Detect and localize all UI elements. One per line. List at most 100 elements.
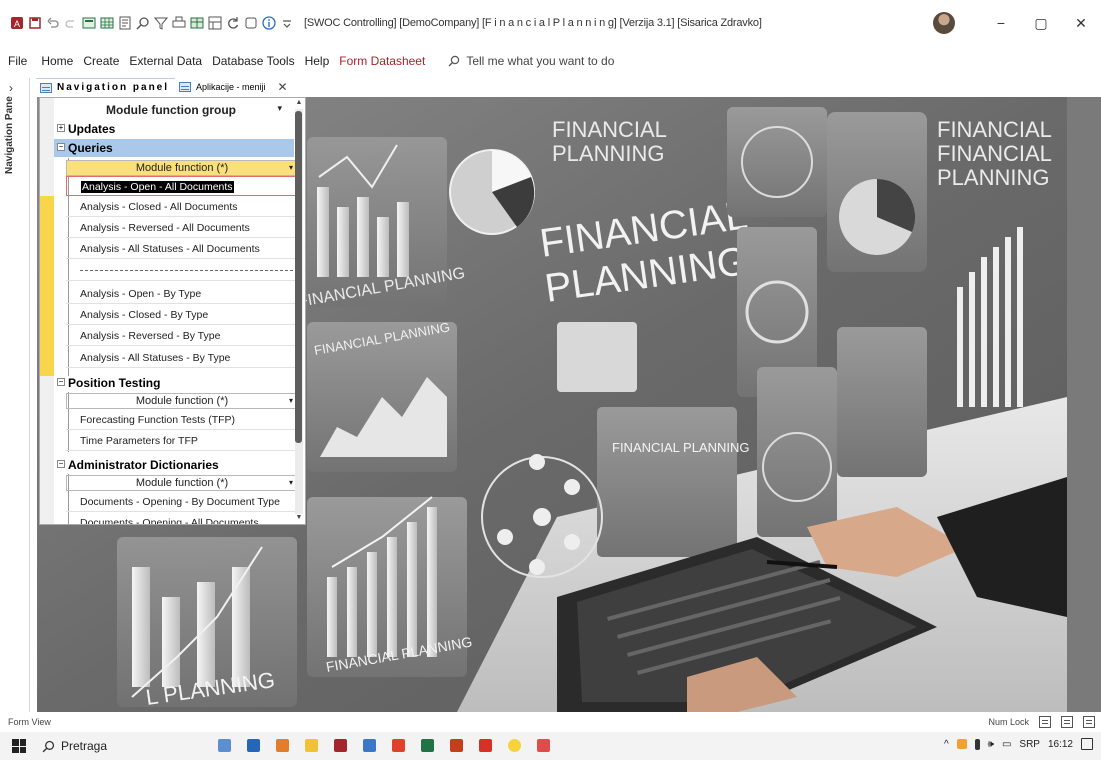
vertical-scrollbar[interactable]: ▲ ▼ xyxy=(294,99,304,524)
table-icon[interactable] xyxy=(190,16,204,30)
quick-access-toolbar: A xyxy=(0,16,294,30)
list-item[interactable]: Analysis - Reversed - By Type xyxy=(66,326,298,346)
filter-icon[interactable] xyxy=(154,16,168,30)
find-icon[interactable] xyxy=(136,16,150,30)
tab-aplikacije-meniji[interactable]: Aplikacije - meniji ✕ xyxy=(175,78,294,96)
dropdown-arrow-icon[interactable]: ▾ xyxy=(289,478,293,487)
list-item[interactable]: Analysis - All Statuses - By Type xyxy=(66,348,298,368)
group-label: Updates xyxy=(68,122,116,136)
group-label: Queries xyxy=(68,141,113,155)
minimize-button[interactable]: − xyxy=(981,0,1021,46)
collapse-toggle-icon[interactable]: − xyxy=(57,143,65,151)
close-tab-icon[interactable]: ✕ xyxy=(278,80,288,94)
close-button[interactable]: ✕ xyxy=(1061,0,1101,46)
user-avatar[interactable] xyxy=(933,12,955,34)
list-item[interactable]: Documents - Opening - All Documents xyxy=(66,513,298,524)
layout-icon[interactable] xyxy=(208,16,222,30)
collapse-toggle-icon[interactable]: − xyxy=(57,460,65,468)
print-icon[interactable] xyxy=(172,16,186,30)
group-administrator-dictionaries[interactable]: − Administrator Dictionaries xyxy=(54,456,294,474)
refresh-icon[interactable] xyxy=(226,16,240,30)
form-view-button-icon[interactable] xyxy=(1039,716,1051,728)
scroll-up-arrow-icon[interactable]: ▲ xyxy=(294,99,304,109)
group-position-testing[interactable]: − Position Testing xyxy=(54,374,294,392)
pdf-app-icon[interactable] xyxy=(479,739,492,752)
list-item[interactable]: Analysis - Open - All Documents xyxy=(66,176,298,196)
module-function-group-header[interactable]: Module function group ▾ xyxy=(54,100,288,118)
restore-button[interactable]: ▢ xyxy=(1021,0,1061,46)
group-queries[interactable]: − Queries xyxy=(54,139,294,157)
navigation-pane-collapsed[interactable]: › Navigation Pane xyxy=(0,78,30,712)
status-bar: Form View Num Lock xyxy=(0,712,1101,732)
dropdown-arrow-icon[interactable]: ▾ xyxy=(289,396,293,405)
access-app-icon[interactable] xyxy=(334,739,347,752)
list-item[interactable]: Time Parameters for TFP xyxy=(66,431,298,451)
explorer-app-icon[interactable] xyxy=(218,739,231,752)
module-function-subheader[interactable]: Module function (*) ▾ xyxy=(66,160,298,176)
checkbox-icon[interactable] xyxy=(244,16,258,30)
tool-app-icon[interactable] xyxy=(537,739,550,752)
dropdown-arrow-icon[interactable]: ▾ xyxy=(277,103,282,114)
layout-view-button-icon[interactable] xyxy=(1061,716,1073,728)
group-label: Administrator Dictionaries xyxy=(68,458,219,472)
scroll-thumb[interactable] xyxy=(295,111,302,443)
list-item[interactable]: Analysis - Closed - All Documents xyxy=(66,197,298,217)
group-updates[interactable]: + Updates xyxy=(54,120,294,138)
tab-home[interactable]: Home xyxy=(36,54,78,68)
list-item[interactable]: Analysis - All Statuses - All Documents xyxy=(66,239,298,259)
taskbar-search[interactable]: Pretraga xyxy=(42,739,107,753)
tray-app-icon[interactable] xyxy=(956,739,967,749)
list-item[interactable]: Documents - Opening - By Document Type xyxy=(66,492,298,512)
word-app-icon[interactable] xyxy=(247,739,260,752)
tab-external-data[interactable]: External Data xyxy=(124,54,207,68)
notifications-icon[interactable] xyxy=(1081,738,1093,750)
collapse-toggle-icon[interactable]: − xyxy=(57,378,65,386)
list-item[interactable]: Analysis - Open - By Type xyxy=(66,284,298,304)
tab-label: Navigation panel xyxy=(57,82,170,93)
folder-app-icon[interactable] xyxy=(305,739,318,752)
datasheet-icon[interactable] xyxy=(100,16,114,30)
tab-help[interactable]: Help xyxy=(300,54,335,68)
customize-toolbar-icon[interactable] xyxy=(280,16,294,30)
window-title: [SWOC Controlling] [DemoCompany] [F i n … xyxy=(304,17,762,29)
tab-create[interactable]: Create xyxy=(78,54,124,68)
list-item[interactable]: Analysis - Closed - By Type xyxy=(66,305,298,325)
battery-icon[interactable] xyxy=(974,738,980,750)
powerpoint-app-icon[interactable] xyxy=(450,739,463,752)
tab-navigation-panel[interactable]: Navigation panel xyxy=(36,78,176,96)
expand-toggle-icon[interactable]: + xyxy=(57,124,65,132)
list-item[interactable]: Analysis - Reversed - All Documents xyxy=(66,218,298,238)
tell-me-box[interactable]: Tell me what you want to do xyxy=(448,54,614,68)
search-placeholder: Pretraga xyxy=(61,739,108,753)
browser-app-icon[interactable] xyxy=(276,739,289,752)
scroll-down-arrow-icon[interactable]: ▼ xyxy=(294,514,304,524)
outlook-app-icon[interactable] xyxy=(363,739,376,752)
list-item[interactable]: Forecasting Function Tests (TFP) xyxy=(66,410,298,430)
expand-chevron-icon[interactable]: › xyxy=(9,81,13,95)
clock[interactable]: 16:12 xyxy=(1048,739,1073,750)
chrome-app-icon[interactable] xyxy=(392,739,405,752)
redo-icon[interactable] xyxy=(64,16,78,30)
start-button-icon[interactable] xyxy=(12,739,26,753)
chevron-up-icon[interactable]: ^ xyxy=(944,739,949,750)
form-view-icon[interactable] xyxy=(82,16,96,30)
module-function-subheader[interactable]: Module function (*) ▾ xyxy=(66,393,298,409)
module-function-subheader[interactable]: Module function (*) ▾ xyxy=(66,475,298,491)
undo-icon[interactable] xyxy=(46,16,60,30)
language-indicator[interactable]: SRP xyxy=(1019,739,1040,750)
excel-app-icon[interactable] xyxy=(421,739,434,752)
title-bar: A [SWOC Controlling] [DemoCompany] [F i … xyxy=(0,0,1101,46)
design-view-button-icon[interactable] xyxy=(1083,716,1095,728)
info-icon[interactable] xyxy=(262,16,276,30)
dropdown-arrow-icon[interactable]: ▾ xyxy=(289,163,293,172)
network-icon[interactable]: ▭ xyxy=(1002,739,1011,750)
save-icon[interactable] xyxy=(28,16,42,30)
volume-icon[interactable]: 🕪 xyxy=(988,739,994,750)
tab-form-datasheet[interactable]: Form Datasheet xyxy=(334,54,430,68)
tab-file[interactable]: File xyxy=(3,54,32,68)
report-icon[interactable] xyxy=(118,16,132,30)
ribbon-tabs: File Home Create External Data Database … xyxy=(0,50,1101,72)
emoji-app-icon[interactable] xyxy=(508,739,521,752)
search-icon xyxy=(42,740,55,752)
tab-database-tools[interactable]: Database Tools xyxy=(207,54,300,68)
